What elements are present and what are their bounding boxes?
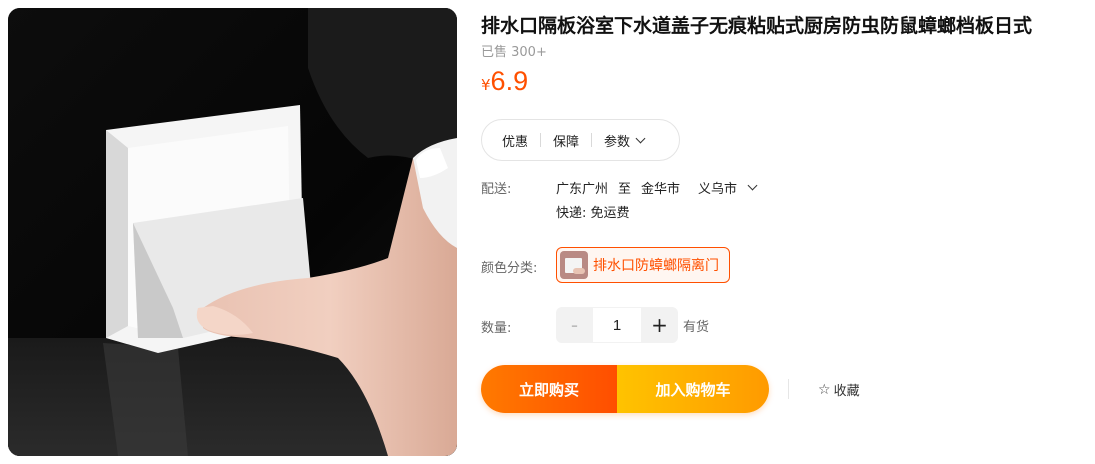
quantity-stepper: - + 有货	[556, 307, 709, 343]
increase-button[interactable]: +	[641, 307, 678, 343]
tab-discount-label: 优惠	[502, 134, 529, 150]
sku-thumbnail	[560, 251, 588, 279]
ship-to-word: 至	[618, 182, 632, 197]
tab-params-label: 参数	[604, 134, 631, 150]
buy-now-button[interactable]: 立即购买	[481, 365, 617, 413]
ship-district[interactable]: 义乌市	[698, 178, 737, 197]
chevron-down-icon[interactable]	[747, 180, 758, 190]
ship-destination[interactable]: 金华市	[641, 178, 680, 197]
tab-params[interactable]: 参数	[592, 131, 656, 150]
purchase-buttons: 立即购买 加入购物车	[481, 365, 769, 413]
chevron-down-icon	[635, 133, 646, 143]
price-amount: 6.9	[490, 66, 529, 96]
favorite-button[interactable]: ☆ 收藏	[818, 380, 860, 400]
sku-label: 颜色分类:	[481, 261, 538, 276]
product-image[interactable]	[8, 8, 457, 456]
info-tabs: 优惠 保障 参数	[481, 119, 680, 161]
ship-from: 广东广州	[556, 182, 609, 197]
product-info: 排水口隔板浴室下水道盖子无痕粘贴式厨房防虫防鼠蟑螂档板日式 已售 300+ ¥6…	[481, 0, 1081, 464]
decrease-button[interactable]: -	[556, 307, 593, 343]
product-title: 排水口隔板浴室下水道盖子无痕粘贴式厨房防虫防鼠蟑螂档板日式	[481, 15, 1033, 37]
favorite-label: 收藏	[833, 384, 860, 399]
quantity-input[interactable]	[593, 307, 641, 343]
product-photo	[8, 8, 457, 456]
price: ¥6.9	[481, 66, 528, 97]
shipping-label: 配送:	[481, 182, 512, 197]
divider	[788, 379, 789, 399]
add-to-cart-button[interactable]: 加入购物车	[617, 365, 769, 413]
quantity-label: 数量:	[481, 321, 512, 336]
tab-discount[interactable]: 优惠	[482, 131, 540, 150]
stock-status: 有货	[683, 319, 710, 335]
product-page: 排水口隔板浴室下水道盖子无痕粘贴式厨房防虫防鼠蟑螂档板日式 已售 300+ ¥6…	[0, 0, 1095, 464]
currency-symbol: ¥	[481, 76, 491, 94]
express-fee: 快递: 免运费	[556, 206, 630, 221]
sku-option-label: 排水口防蟑螂隔离门	[593, 258, 719, 274]
sku-option-selected[interactable]: 排水口防蟑螂隔离门	[556, 247, 730, 283]
sold-count: 已售 300+	[481, 45, 547, 60]
tab-guarantee-label: 保障	[553, 134, 580, 150]
tab-guarantee[interactable]: 保障	[541, 131, 591, 150]
star-outline-icon: ☆	[818, 381, 831, 398]
shipping-route: 广东广州 至 金华市 义乌市	[556, 178, 766, 197]
